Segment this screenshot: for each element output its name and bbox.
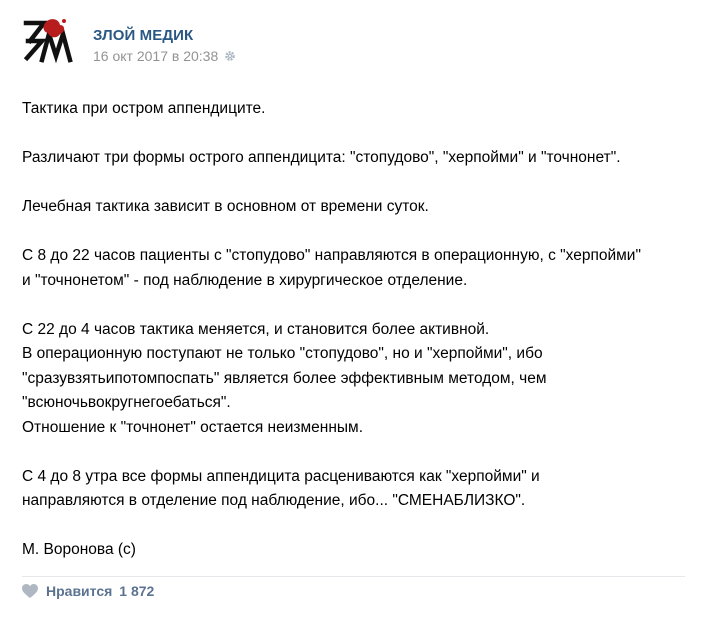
post-text-line: С 8 до 22 часов пациенты с "стопудово" н… — [22, 247, 641, 264]
post-text-line: Лечебная тактика зависит в основном от в… — [22, 198, 429, 215]
post-text-line: Отношение к "точнонет" остается неизменн… — [22, 418, 363, 436]
post-text-line: В операционную поступают не только "стоп… — [22, 345, 543, 362]
post-meta: 16 окт 2017 в 20:38 — [93, 48, 236, 64]
wall-post: ЗЛОЙ МЕДИК 16 окт 2017 в 20:38 Тактика п… — [0, 0, 707, 619]
group-avatar-logo[interactable] — [20, 14, 74, 68]
like-button[interactable]: Нравится 1 872 — [21, 583, 154, 599]
post-text-line: и "точнонетом" - под наблюдение в хирург… — [22, 271, 468, 289]
post-text-line: С 4 до 8 утра все формы аппендицита расц… — [22, 467, 540, 485]
post-text-line: Различают три формы острого аппендицита:… — [22, 149, 621, 166]
post-text-line: "всюночьвокругнегоебаться". — [22, 394, 231, 411]
post-text-line: направляются в отделение под наблюдение,… — [22, 492, 526, 509]
like-count: 1 872 — [119, 583, 155, 599]
post-text-line: Тактика при остром аппендиците. — [22, 100, 266, 117]
gear-icon[interactable] — [224, 50, 236, 62]
post-text-line: "сразувзятьипотомпоспать" является более… — [22, 369, 547, 387]
footer-divider — [22, 576, 685, 577]
author-name[interactable]: ЗЛОЙ МЕДИК — [93, 27, 193, 44]
like-label: Нравится — [46, 583, 113, 599]
post-date[interactable]: 16 окт 2017 в 20:38 — [93, 48, 218, 64]
post-text: Тактика при остром аппендиците. Различают… — [22, 97, 692, 563]
post-text-line: С 22 до 4 часов тактика меняется, и стан… — [22, 320, 490, 338]
post-text-line: М. Воронова (с) — [22, 541, 136, 558]
heart-icon — [22, 584, 38, 598]
